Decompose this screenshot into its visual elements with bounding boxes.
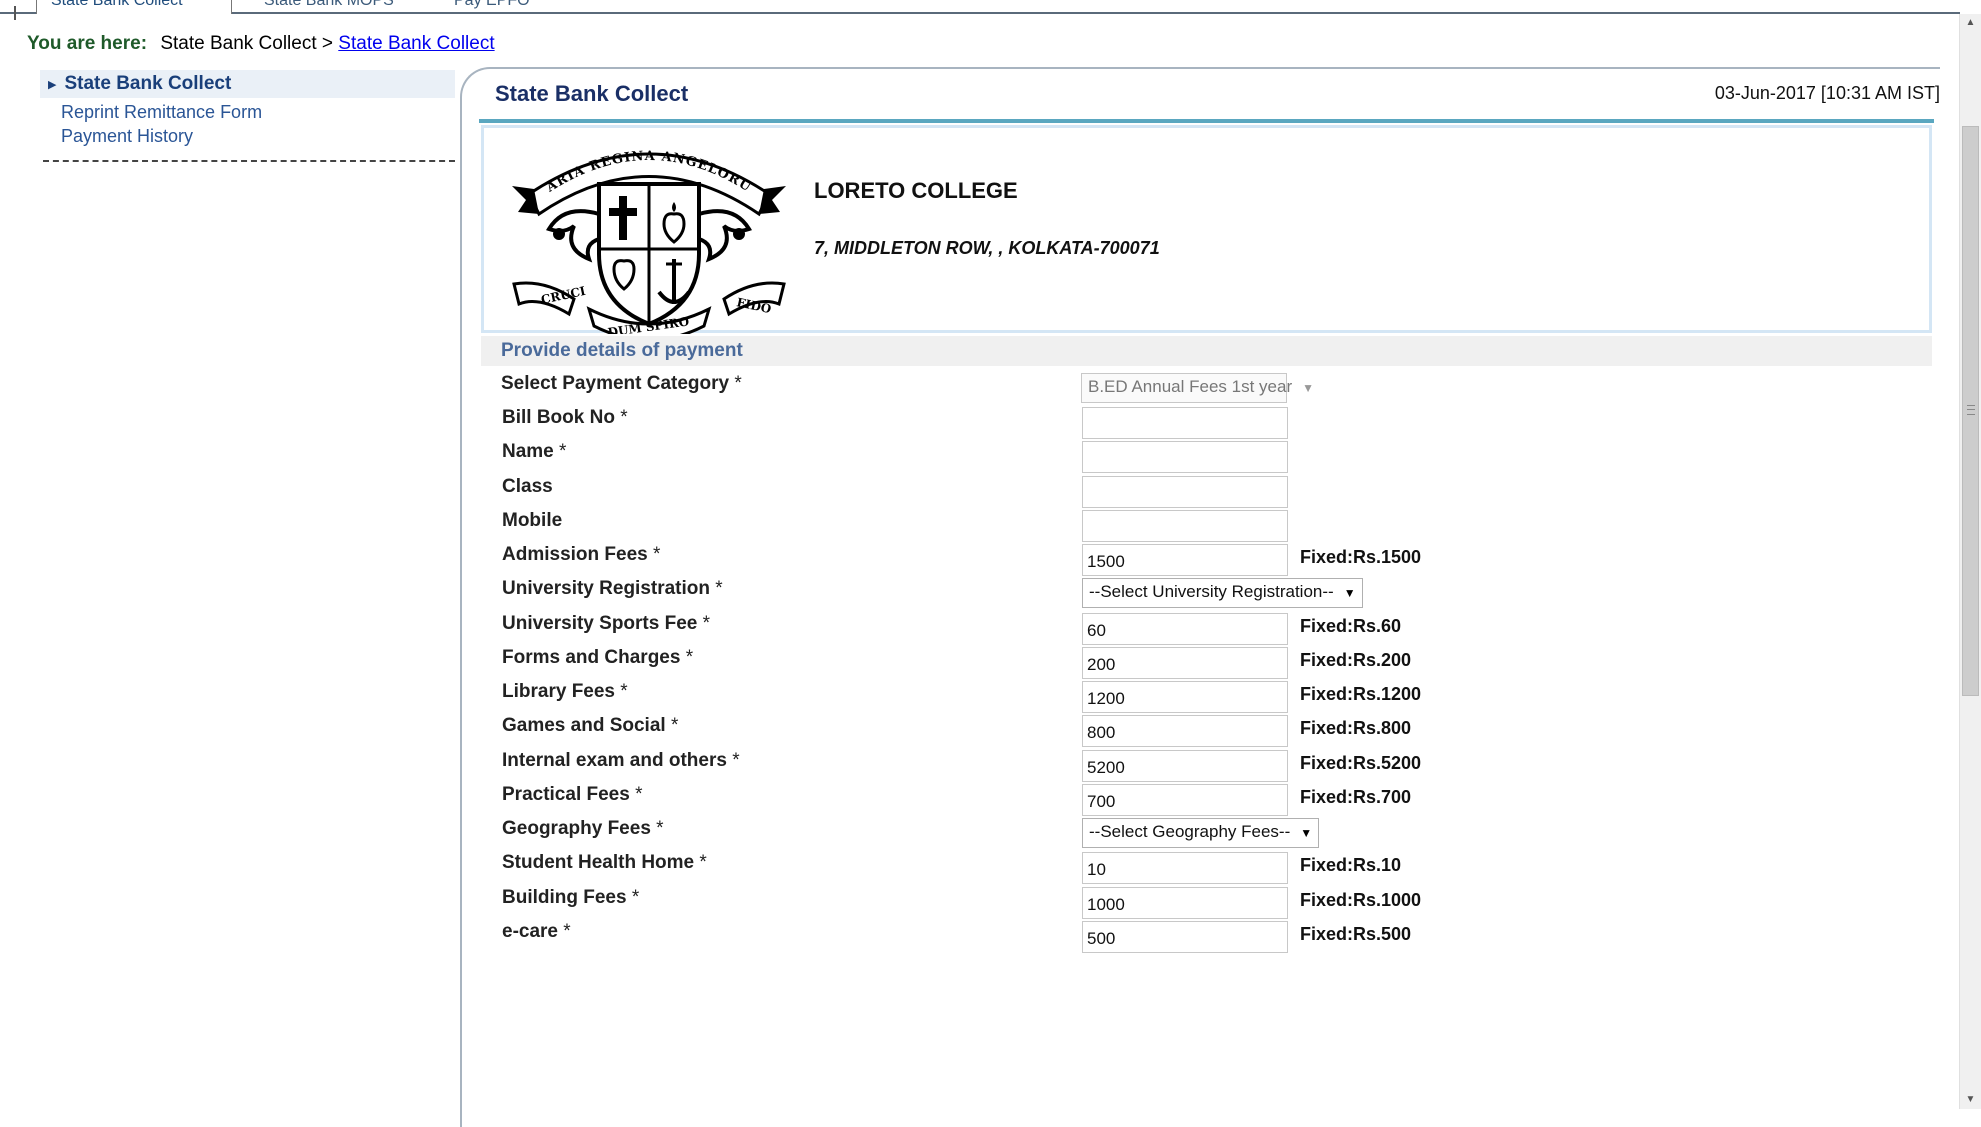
form-row-bill-book-no: Bill Book No * bbox=[502, 405, 1902, 439]
tab-state-bank-mops[interactable]: State Bank MOPS bbox=[250, 0, 408, 12]
form-row-e-care: e-care * Fixed:Rs.500 bbox=[502, 919, 1902, 953]
name-label: Name * bbox=[502, 441, 567, 463]
sidebar-item-payment-history[interactable]: Payment History bbox=[40, 124, 455, 148]
forms-and-charges-input[interactable] bbox=[1082, 646, 1288, 679]
sidebar-item-state-bank-collect[interactable]: ▶ State Bank Collect bbox=[40, 70, 455, 98]
admission-fees-input[interactable] bbox=[1082, 544, 1288, 576]
breadcrumb-root: State Bank Collect bbox=[160, 33, 317, 54]
internal-exam-and-others-fixed-amount: Fixed:Rs.5200 bbox=[1300, 752, 1422, 773]
practical-fees-input[interactable] bbox=[1082, 783, 1288, 816]
form-row-building-fees: Building Fees * Fixed:Rs.1000 bbox=[502, 885, 1902, 919]
form-row-games-and-social: Games and Social * Fixed:Rs.800 bbox=[502, 713, 1902, 748]
form-row-name: Name * bbox=[502, 439, 1902, 474]
university-registration-label: University Registration * bbox=[502, 578, 723, 600]
library-fees-input[interactable] bbox=[1082, 681, 1288, 713]
e-care-fixed-amount: Fixed:Rs.500 bbox=[1300, 923, 1412, 944]
current-datetime: 03-Jun-2017 [10:31 AM IST] bbox=[1714, 83, 1940, 103]
form-row-forms-and-charges: Forms and Charges * Fixed:Rs.200 bbox=[502, 645, 1902, 679]
scroll-grip-icon bbox=[1967, 405, 1975, 415]
bill-book-no-label: Bill Book No * bbox=[502, 407, 628, 428]
institution-name: LORETO COLLEGE bbox=[814, 178, 1018, 203]
forms-and-charges-fixed-amount: Fixed:Rs.200 bbox=[1300, 649, 1412, 670]
name-input[interactable] bbox=[1082, 441, 1288, 474]
institution-address: 7, MIDDLETON ROW, , KOLKATA-700071 bbox=[814, 238, 1160, 258]
practical-fees-label: Practical Fees * bbox=[502, 783, 643, 805]
games-and-social-fixed-amount: Fixed:Rs.800 bbox=[1300, 718, 1412, 739]
panel-accent-bar bbox=[479, 119, 1934, 123]
form-row-geography-fees: Geography Fees * --Select Geography Fees-… bbox=[502, 816, 1902, 850]
chevron-down-icon: ▼ bbox=[1300, 825, 1313, 840]
building-fees-label: Building Fees * bbox=[502, 886, 640, 908]
college-crest-logo: MARIA REGINA ANGELORUM bbox=[504, 134, 786, 334]
tab-strip-edge bbox=[14, 6, 16, 20]
breadcrumb-separator: > bbox=[321, 33, 334, 54]
form-row-university-registration: University Registration * --Select Univer… bbox=[502, 576, 1902, 610]
vertical-scrollbar[interactable]: ▲ ▼ bbox=[1959, 14, 1981, 1109]
form-row-university-sports-fee: University Sports Fee * Fixed:Rs.60 bbox=[502, 611, 1902, 645]
tab-pay-epfo[interactable]: Pay EPFO bbox=[440, 0, 544, 12]
form-row-mobile: Mobile bbox=[502, 508, 1902, 542]
student-health-home-label: Student Health Home * bbox=[502, 852, 707, 874]
form-row-practical-fees: Practical Fees * Fixed:Rs.700 bbox=[502, 782, 1902, 816]
practical-fees-fixed-amount: Fixed:Rs.700 bbox=[1300, 786, 1412, 807]
geography-fees-select-value: --Select Geography Fees-- bbox=[1089, 822, 1291, 841]
games-and-social-input[interactable] bbox=[1082, 715, 1288, 748]
library-fees-label: Library Fees * bbox=[502, 681, 628, 702]
payment-details-section-header: Provide details of payment bbox=[481, 336, 1932, 366]
institution-box: MARIA REGINA ANGELORUM bbox=[481, 125, 1932, 334]
breadcrumb-current-link[interactable]: State Bank Collect bbox=[338, 33, 494, 54]
payment-category-select[interactable]: B.ED Annual Fees 1st year ▼ bbox=[1081, 373, 1314, 403]
geography-fees-label: Geography Fees * bbox=[502, 818, 664, 839]
geography-fees-select[interactable]: --Select Geography Fees-- ▼ bbox=[1082, 818, 1320, 848]
form-row-admission-fees: Admission Fees * Fixed:Rs.1500 bbox=[502, 542, 1902, 576]
games-and-social-label: Games and Social * bbox=[502, 715, 679, 737]
sidebar-divider bbox=[43, 160, 455, 162]
scroll-down-arrow-icon[interactable]: ▼ bbox=[1960, 1091, 1981, 1109]
e-care-label: e-care * bbox=[502, 920, 571, 942]
e-care-input[interactable] bbox=[1082, 920, 1288, 953]
chevron-down-icon: ▼ bbox=[1343, 585, 1356, 600]
payment-category-label: Select Payment Category * bbox=[501, 373, 742, 394]
page-title: State Bank Collect bbox=[495, 81, 689, 106]
student-health-home-fixed-amount: Fixed:Rs.10 bbox=[1300, 855, 1402, 876]
breadcrumb-label: You are here: bbox=[27, 33, 148, 54]
chevron-down-icon: ▼ bbox=[1302, 380, 1314, 395]
class-input[interactable] bbox=[1082, 475, 1288, 508]
building-fees-input[interactable] bbox=[1082, 886, 1288, 919]
class-label: Class bbox=[502, 475, 553, 497]
student-health-home-input[interactable] bbox=[1082, 852, 1288, 885]
forms-and-charges-label: Forms and Charges * bbox=[502, 646, 694, 668]
university-registration-select-value: --Select University Registration-- bbox=[1089, 582, 1334, 602]
university-registration-select[interactable]: --Select University Registration-- ▼ bbox=[1082, 578, 1363, 609]
internal-exam-and-others-label: Internal exam and others * bbox=[502, 749, 740, 771]
main-panel: State Bank Collect 03-Jun-2017 [10:31 AM… bbox=[460, 67, 1940, 1127]
form-row-library-fees: Library Fees * Fixed:Rs.1200 bbox=[502, 679, 1902, 713]
form-row-internal-exam-and-others: Internal exam and others * Fixed:Rs.5200 bbox=[502, 748, 1902, 782]
form-row-student-health-home: Student Health Home * Fixed:Rs.10 bbox=[502, 850, 1902, 885]
admission-fees-fixed-amount: Fixed:Rs.1500 bbox=[1300, 547, 1422, 567]
sidebar-item-label: State Bank Collect bbox=[64, 73, 232, 94]
payment-category-value: B.ED Annual Fees 1st year bbox=[1088, 377, 1293, 396]
top-tab-strip: State Bank Collect State Bank MOPS Pay E… bbox=[0, 0, 1960, 20]
university-sports-fee-label: University Sports Fee * bbox=[502, 612, 711, 634]
building-fees-fixed-amount: Fixed:Rs.1000 bbox=[1300, 889, 1422, 910]
university-sports-fee-fixed-amount: Fixed:Rs.60 bbox=[1300, 615, 1402, 636]
breadcrumb: You are here: State Bank Collect > State… bbox=[27, 33, 495, 55]
mobile-label: Mobile bbox=[502, 509, 563, 531]
sidebar-item-reprint-remittance-form[interactable]: Reprint Remittance Form bbox=[40, 100, 455, 124]
triangle-right-icon: ▶ bbox=[48, 78, 57, 91]
internal-exam-and-others-input[interactable] bbox=[1082, 749, 1288, 782]
library-fees-fixed-amount: Fixed:Rs.1200 bbox=[1300, 684, 1422, 704]
admission-fees-label: Admission Fees * bbox=[502, 544, 661, 565]
university-sports-fee-input[interactable] bbox=[1082, 612, 1288, 645]
bill-book-no-input[interactable] bbox=[1082, 407, 1288, 439]
form-row-class: Class bbox=[502, 474, 1902, 508]
tab-state-bank-collect[interactable]: State Bank Collect bbox=[36, 0, 232, 14]
form-row-payment-category: Select Payment Category * B.ED Annual Fe… bbox=[501, 371, 1901, 405]
sidebar: ▶ State Bank Collect Reprint Remittance … bbox=[40, 70, 455, 162]
scroll-thumb[interactable] bbox=[1962, 126, 1979, 696]
mobile-input[interactable] bbox=[1082, 509, 1288, 542]
scroll-up-arrow-icon[interactable]: ▲ bbox=[1960, 14, 1981, 32]
